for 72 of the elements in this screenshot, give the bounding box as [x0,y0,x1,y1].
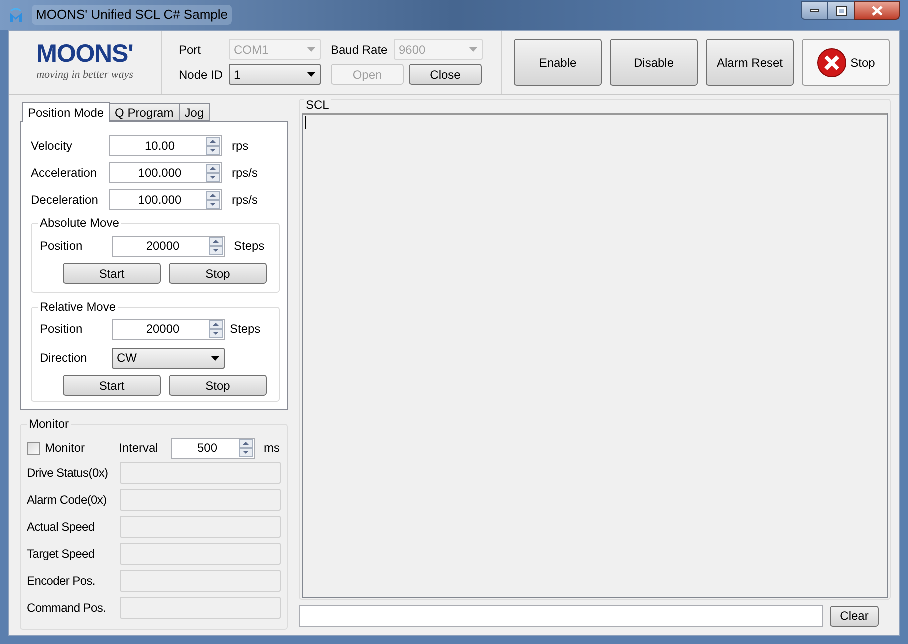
spinner-arrows-icon[interactable] [239,439,253,457]
field-label: Direction [40,350,88,367]
maximize-button[interactable] [828,1,854,20]
checkbox-label: Monitor [45,440,86,457]
spinner-arrows-icon[interactable] [209,237,223,255]
group-title: Absolute Move [38,216,122,230]
group-title: Monitor [27,417,72,431]
field-label: Deceleration [31,192,100,208]
unit-label: ms [264,440,280,457]
spin-field[interactable]: 20000 [112,318,225,340]
logo-tagline: moving in better ways [36,68,134,84]
spin-field[interactable]: 20000 [112,236,225,256]
dropdown-caret-icon [469,47,478,52]
spin-field[interactable]: 10.00 [109,135,222,156]
spin-field[interactable]: 500 [171,438,255,458]
unit-label: rps [232,138,249,154]
tab[interactable]: Position Mode [22,102,110,122]
maximize-icon [836,6,846,14]
unit-label: Steps [234,238,265,255]
group-title: Relative Move [38,300,118,314]
window-title: MOONS' Unified SCL C# Sample [32,5,232,25]
close-button[interactable] [854,1,900,20]
dropdown[interactable]: CW [112,348,225,368]
field-label: Position [40,321,84,338]
field-label: Baud Rate [331,42,389,58]
field-label: Velocity [31,138,74,154]
button[interactable]: Stop [802,39,890,86]
spinner-arrows-icon[interactable] [209,320,223,338]
text-cursor [305,116,306,129]
button[interactable]: Start [63,375,161,396]
spin-field[interactable]: 100.000 [109,189,222,210]
logo-wordmark: MOONS' [36,41,134,68]
spinner-arrows-icon[interactable] [206,190,220,208]
field-label: Command Pos. [27,600,108,617]
close-icon [872,6,882,16]
command-input[interactable] [299,605,823,627]
unit-label: Steps [230,321,261,338]
checkbox[interactable] [27,442,40,454]
button[interactable]: Clear [830,606,879,626]
tab[interactable]: Q Program [110,103,180,121]
field-label: Actual Speed [27,519,96,536]
group-title: SCL [304,98,332,112]
dropdown-caret-icon [307,47,316,52]
spinner-arrows-icon[interactable] [206,136,220,154]
app-icon [8,7,24,23]
button[interactable]: Enable [514,39,602,86]
button[interactable]: Alarm Reset [706,39,794,86]
field-label: Interval [119,440,160,457]
unit-label: rps/s [232,192,258,208]
button[interactable]: Close [409,64,482,85]
field-label: Target Speed [27,546,96,563]
minimize-button[interactable] [801,1,828,20]
minimize-icon [810,9,819,12]
error-x-icon [816,48,847,78]
spinner-arrows-icon[interactable] [206,164,220,182]
field-label: Port [179,42,202,58]
field-label: Position [40,238,84,255]
button[interactable]: Disable [610,39,698,86]
dropdown-caret-icon [211,356,220,360]
field-label: Acceleration [31,164,98,182]
dropdown-caret-icon [307,72,316,77]
field-label: Alarm Code(0x) [27,492,108,509]
dropdown[interactable]: 1 [229,64,321,85]
unit-label: rps/s [232,164,258,182]
field-label: Node ID [179,66,224,84]
field-label: Encoder Pos. [27,573,96,590]
button[interactable]: Stop [169,375,267,396]
field-label: Drive Status(0x) [27,465,110,482]
button[interactable]: Stop [169,263,267,284]
spin-field[interactable]: 100.000 [109,162,222,183]
tab[interactable]: Jog [180,103,210,121]
button[interactable]: Start [63,263,161,284]
